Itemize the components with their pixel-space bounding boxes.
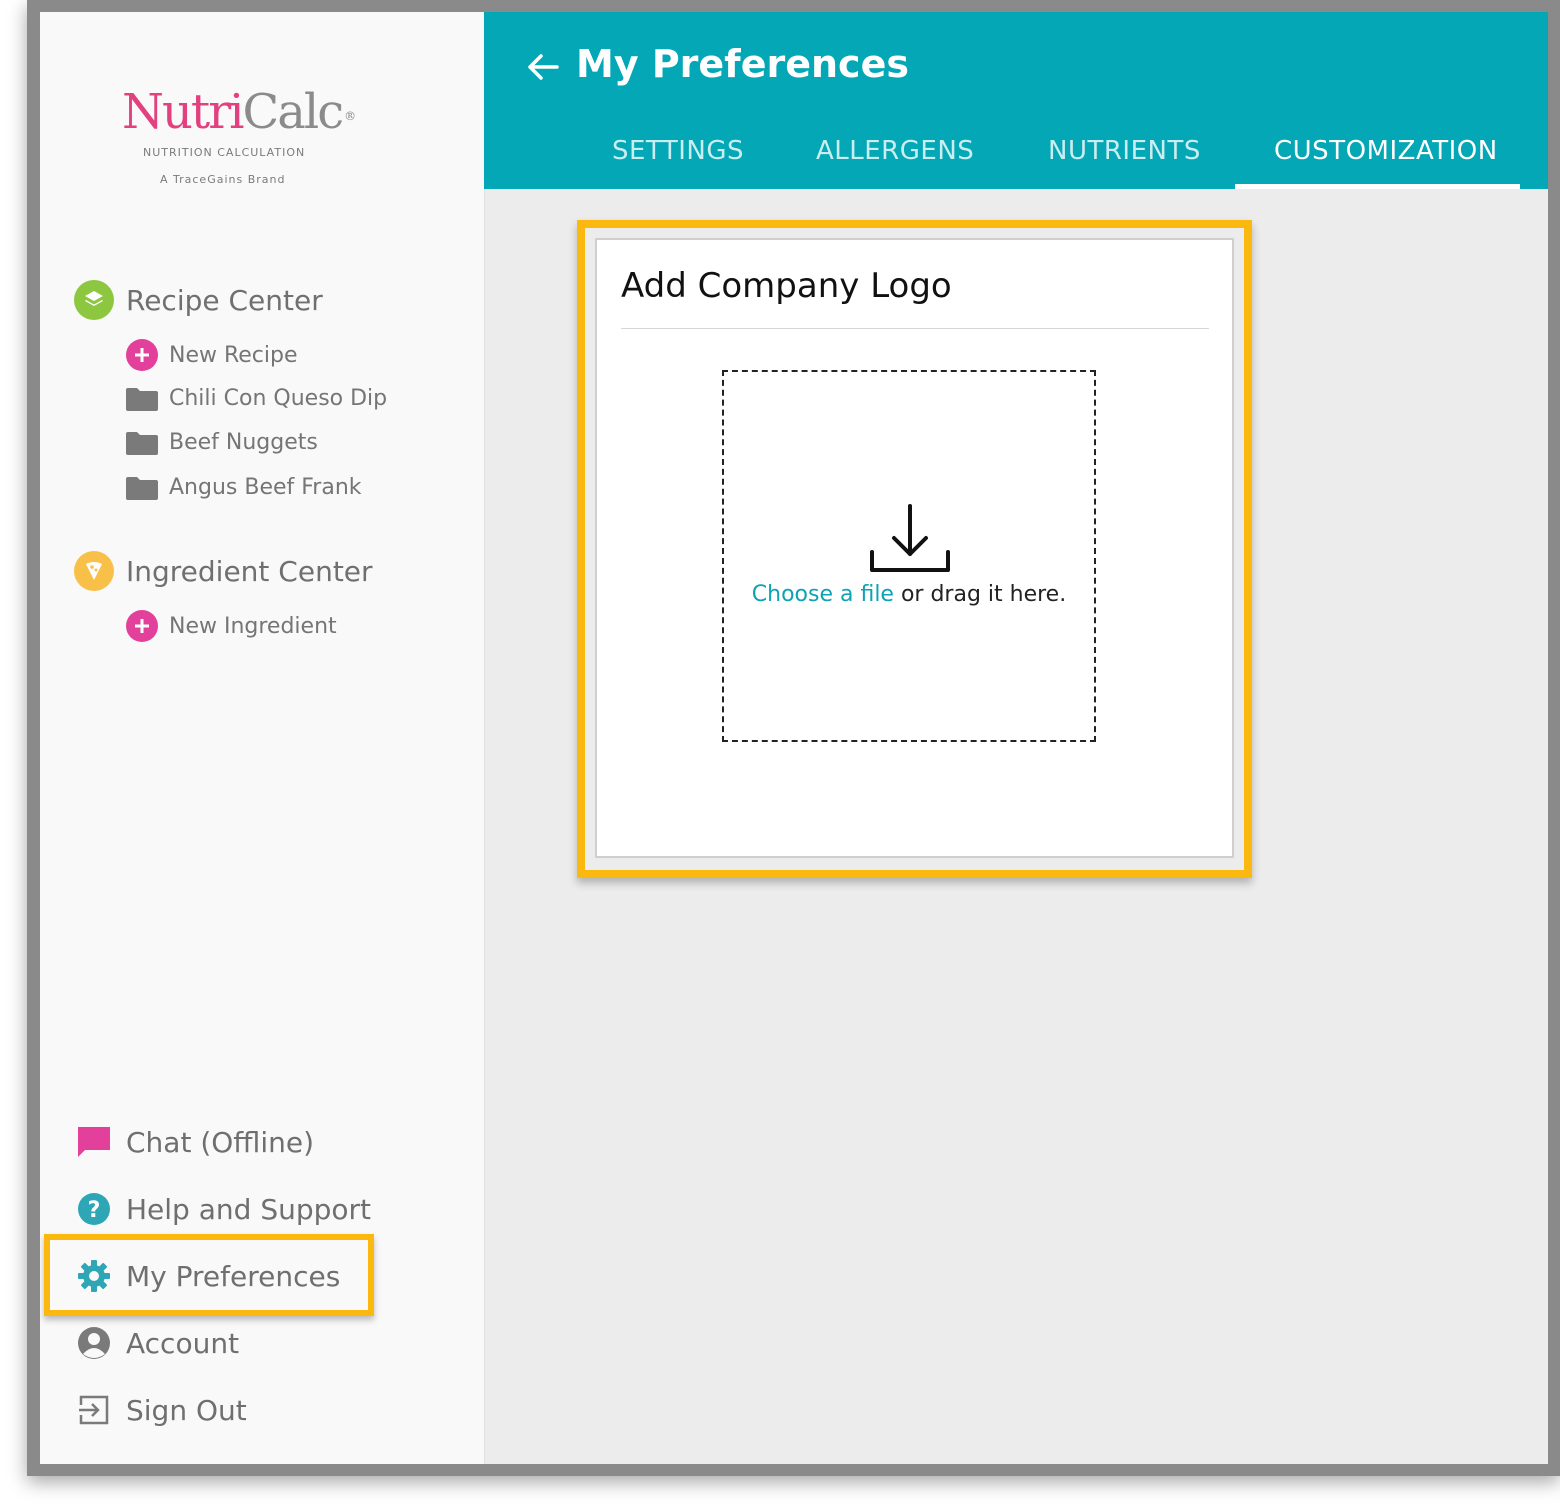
help-icon: ? [76, 1191, 112, 1227]
recipe-layers-icon [74, 280, 114, 320]
logo-wordmark: NutriCalc ® [122, 84, 382, 140]
sidebar-item-chili-con-queso-dip[interactable]: Chili Con Queso Dip [126, 386, 387, 411]
page-header: My Preferences SETTINGS ALLERGENS NUTRIE… [484, 12, 1548, 189]
sidebar-item-label: Beef Nuggets [169, 430, 318, 455]
add-company-logo-card: Add Company Logo Choose a file or drag i… [595, 238, 1234, 858]
folder-icon [126, 387, 158, 411]
nutricalc-logo[interactable]: NutriCalc ® NUTRITION CALCULATION A Trace… [122, 84, 382, 186]
tab-settings[interactable]: SETTINGS [612, 136, 744, 166]
chat-icon [76, 1124, 112, 1160]
folder-icon [126, 431, 158, 455]
account-icon [76, 1325, 112, 1361]
choose-file-link[interactable]: Choose a file [752, 582, 894, 607]
sidebar-item-label: Help and Support [126, 1192, 371, 1226]
folder-icon [126, 476, 158, 500]
sidebar-item-new-recipe[interactable]: New Recipe [126, 339, 298, 371]
sidebar-item-label: Chili Con Queso Dip [169, 386, 388, 411]
card-title: Add Company Logo [621, 266, 952, 306]
sidebar-item-label: Angus Beef Frank [169, 475, 362, 500]
sidebar-item-label: New Recipe [169, 342, 298, 368]
tab-customization[interactable]: CUSTOMIZATION [1274, 136, 1498, 166]
tab-allergens[interactable]: ALLERGENS [816, 136, 974, 166]
back-arrow-icon[interactable] [526, 50, 560, 84]
logo-nutri: Nutri [122, 84, 244, 140]
sidebar-item-label: My Preferences [126, 1259, 341, 1293]
page-title: My Preferences [576, 42, 909, 86]
sidebar-item-chat[interactable]: Chat (Offline) [76, 1124, 314, 1160]
sidebar-item-new-ingredient[interactable]: New Ingredient [126, 610, 337, 642]
download-tray-icon [870, 504, 950, 572]
ingredient-icon [74, 551, 114, 591]
sidebar-item-help[interactable]: ? Help and Support [76, 1191, 371, 1227]
plus-icon [126, 610, 158, 642]
ingredient-center-link[interactable]: Ingredient Center [74, 551, 373, 591]
drop-instructions: Choose a file or drag it here. [724, 582, 1094, 607]
sidebar-item-my-preferences[interactable]: My Preferences [76, 1258, 340, 1294]
sidebar-item-label: Sign Out [126, 1393, 247, 1427]
recipe-center-link[interactable]: Recipe Center [74, 280, 323, 320]
ingredient-center-label: Ingredient Center [126, 554, 373, 588]
svg-text:?: ? [88, 1198, 101, 1223]
logo-tagline: NUTRITION CALCULATION [143, 146, 306, 159]
sidebar-item-beef-nuggets[interactable]: Beef Nuggets [126, 430, 318, 455]
sidebar-item-angus-beef-frank[interactable]: Angus Beef Frank [126, 475, 362, 500]
logo-calc: Calc [242, 84, 345, 140]
plus-icon [126, 339, 158, 371]
sidebar-item-sign-out[interactable]: Sign Out [76, 1392, 247, 1428]
sign-out-icon [76, 1392, 112, 1428]
card-divider [621, 328, 1209, 329]
sidebar-item-account[interactable]: Account [76, 1325, 239, 1361]
tab-nutrients[interactable]: NUTRIENTS [1048, 136, 1201, 166]
sidebar-item-label: Chat (Offline) [126, 1125, 315, 1159]
sidebar: NutriCalc ® NUTRITION CALCULATION A Trace… [40, 12, 485, 1464]
sidebar-item-label: New Ingredient [169, 613, 337, 639]
logo-subbrand: A TraceGains Brand [160, 173, 286, 186]
app-window: NutriCalc ® NUTRITION CALCULATION A Trace… [40, 12, 1548, 1464]
drag-text: or drag it here. [893, 582, 1067, 607]
logo-dropzone[interactable]: Choose a file or drag it here. [722, 370, 1096, 742]
logo-registered: ® [344, 109, 356, 123]
sidebar-item-label: Account [126, 1326, 240, 1360]
active-tab-indicator [1235, 184, 1520, 189]
recipe-center-label: Recipe Center [126, 283, 323, 317]
gear-icon [76, 1258, 112, 1294]
